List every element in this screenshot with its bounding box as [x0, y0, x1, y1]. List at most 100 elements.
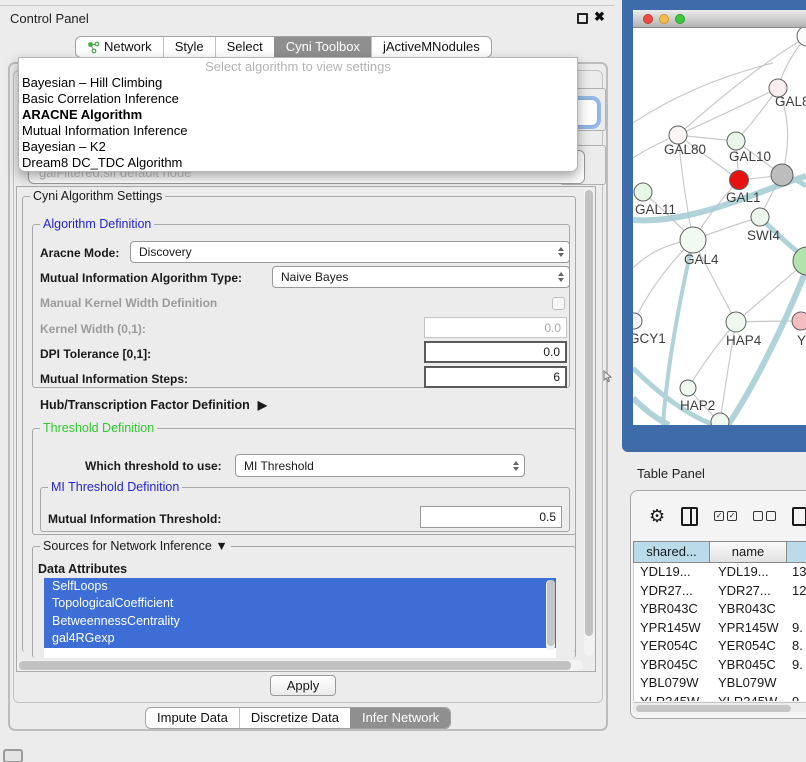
network-canvas[interactable]: GAL8 GAL80 GAL10 GAL1 GAL11 SWI4 GAL4 GC…: [633, 28, 806, 425]
table-row[interactable]: YBR043CYBR043C: [634, 600, 806, 619]
table-row[interactable]: YLR345WYLR345W9.: [634, 693, 806, 702]
node-label: GAL4: [684, 252, 719, 267]
mi-threshold-field[interactable]: 0.5: [420, 506, 562, 528]
new-table-icon[interactable]: [792, 507, 806, 526]
gear-icon[interactable]: ⚙: [649, 506, 665, 527]
table-row[interactable]: YBL079WYBL079W: [634, 674, 806, 693]
node-label: GAL11: [635, 202, 676, 217]
tab-infer-network[interactable]: Infer Network: [350, 708, 450, 728]
mi-steps-field[interactable]: 6: [424, 366, 567, 388]
mi-threshold-value: 0.5: [539, 510, 556, 524]
node-label: HAP4: [726, 333, 762, 348]
cell: YBL079W: [634, 674, 710, 693]
network-node-hap4[interactable]: [726, 312, 746, 332]
settings-vertical-scrollbar-thumb[interactable]: [585, 190, 593, 636]
float-window-icon[interactable]: [577, 13, 588, 24]
control-panel-header: [0, 5, 614, 31]
network-node-gal1[interactable]: [730, 171, 749, 190]
which-threshold-combo[interactable]: MI Threshold: [235, 454, 525, 477]
minimize-window-icon[interactable]: [659, 14, 669, 24]
sources-title-label: Sources for Network Inference: [43, 539, 212, 553]
manual-kernel-checkbox[interactable]: [552, 297, 565, 310]
data-attributes-list[interactable]: SelfLoops TopologicalCoefficient Between…: [44, 578, 556, 658]
dpi-tolerance-field[interactable]: 0.0: [424, 341, 567, 363]
tab-style[interactable]: Style: [163, 37, 215, 57]
select-all-icon[interactable]: ✓✓: [714, 511, 737, 521]
which-threshold-label: Which threshold to use:: [85, 459, 222, 473]
tab-cyni-toolbox[interactable]: Cyni Toolbox: [274, 37, 371, 57]
hub-factor-label: Hub/Transcription Factor Definition: [40, 398, 250, 412]
table-row[interactable]: YDR27...YDR27...12: [634, 582, 806, 601]
node-label: GAL8: [775, 94, 806, 109]
hub-factor-expander[interactable]: Hub/Transcription Factor Definition ▶: [40, 398, 267, 412]
network-node-gal4[interactable]: [680, 227, 706, 253]
apply-button[interactable]: Apply: [270, 675, 336, 696]
kernel-width-field[interactable]: 0.0: [424, 317, 567, 338]
network-node-gray[interactable]: [771, 164, 793, 186]
network-node[interactable]: [711, 413, 729, 425]
list-scrollbar[interactable]: [546, 580, 555, 650]
algorithm-option[interactable]: Dream8 DC_TDC Algorithm: [19, 155, 577, 171]
table-row[interactable]: YBR045CYBR045C9.: [634, 656, 806, 675]
tab-jactivemnodules[interactable]: jActiveMNodules: [371, 37, 491, 57]
cell: 9.: [787, 619, 806, 638]
algorithm-definition-title: Algorithm Definition: [40, 217, 154, 231]
attribute-item[interactable]: gal4RGexp: [44, 630, 556, 647]
collapse-arrow-icon: ▼: [215, 539, 227, 553]
network-node-swi4[interactable]: [751, 208, 769, 226]
tab-impute-data-label: Impute Data: [157, 708, 228, 728]
column-header-shared-name[interactable]: shared...: [634, 542, 710, 562]
cell: YBL079W: [710, 674, 787, 693]
network-node-gal11[interactable]: [634, 183, 652, 201]
data-attributes-label: Data Attributes: [38, 562, 127, 576]
column-header-partial[interactable]: [787, 542, 806, 562]
mi-threshold-group-title: MI Threshold Definition: [48, 480, 182, 494]
table-horizontal-scrollbar-thumb[interactable]: [636, 705, 791, 712]
mi-type-combo[interactable]: Naive Bayes: [272, 266, 570, 288]
network-node-gal10[interactable]: [727, 132, 745, 150]
dpi-tolerance-value: 0.0: [543, 345, 560, 359]
attribute-item[interactable]: TopologicalCoefficient: [44, 595, 556, 612]
mi-steps-label: Mutual Information Steps:: [40, 372, 188, 386]
tab-network-label: Network: [104, 37, 152, 57]
algorithm-option[interactable]: Basic Correlation Inference: [19, 91, 577, 107]
column-header-name[interactable]: name: [710, 542, 787, 562]
node-label: GAL80: [664, 142, 706, 157]
algorithm-option-selected[interactable]: ARACNE Algorithm: [19, 107, 577, 123]
table-row[interactable]: YER054CYER054C8.: [634, 637, 806, 656]
tab-discretize-data[interactable]: Discretize Data: [239, 708, 350, 728]
split-panel-icon[interactable]: [681, 507, 698, 526]
zoom-window-icon[interactable]: [675, 14, 685, 24]
network-window-titlebar[interactable]: [633, 10, 806, 28]
attribute-item[interactable]: SelfLoops: [44, 578, 556, 595]
sources-title[interactable]: Sources for Network Inference ▼: [40, 539, 231, 553]
expand-arrow-icon: ▶: [258, 398, 267, 412]
network-node-gcy1[interactable]: [633, 313, 642, 329]
tab-impute-data[interactable]: Impute Data: [146, 708, 239, 728]
network-node-pink[interactable]: [792, 312, 806, 330]
node-label: GCY1: [633, 331, 666, 346]
close-window-icon[interactable]: [643, 14, 653, 24]
tab-network[interactable]: Network: [76, 37, 163, 57]
attribute-item[interactable]: BetweennessCentrality: [44, 613, 556, 630]
algorithm-option[interactable]: Bayesian – Hill Climbing: [19, 75, 577, 91]
table-row[interactable]: YPR145WYPR145W9.: [634, 619, 806, 638]
table-row[interactable]: YDL19...YDL19...13: [634, 563, 806, 582]
checked-checkbox-icon: ✓: [727, 511, 737, 521]
settings-horizontal-scrollbar-thumb[interactable]: [19, 661, 571, 670]
tab-jactivemnodules-label: jActiveMNodules: [383, 37, 480, 57]
close-icon[interactable]: ✖: [594, 9, 605, 25]
deselect-all-icon[interactable]: [753, 511, 776, 521]
aracne-mode-combo[interactable]: Discovery: [130, 241, 570, 263]
network-node[interactable]: [797, 28, 806, 46]
algorithm-option[interactable]: Bayesian – K2: [19, 139, 577, 155]
list-scrollbar-thumb[interactable]: [547, 580, 555, 646]
algorithm-option[interactable]: Mutual Information Inference: [19, 123, 577, 139]
network-node-hap2[interactable]: [680, 380, 696, 396]
table-horizontal-scrollbar[interactable]: [633, 702, 806, 712]
minimized-panel-button[interactable]: [3, 749, 23, 762]
cell: YBR045C: [710, 656, 787, 675]
kernel-width-label: Kernel Width (0,1):: [40, 322, 146, 336]
cell: [787, 674, 806, 693]
tab-select[interactable]: Select: [215, 37, 274, 57]
